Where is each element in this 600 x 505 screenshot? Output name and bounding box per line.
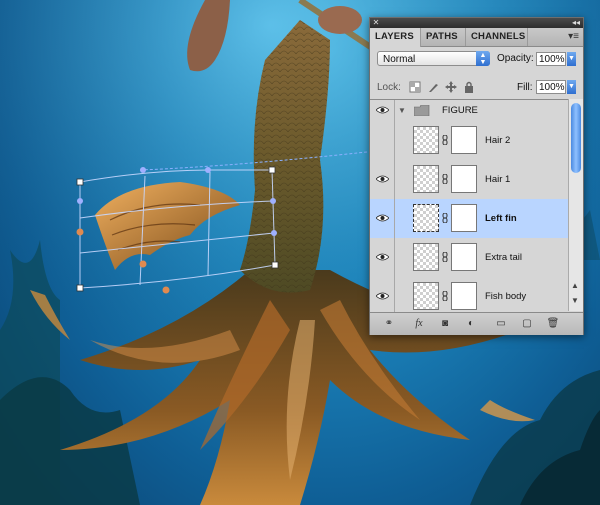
lock-transparent-pixels-icon[interactable]: [409, 81, 421, 93]
tab-layers[interactable]: LAYERS: [370, 28, 421, 47]
layer-thumbnail: [413, 282, 439, 310]
blend-mode-value: Normal: [383, 54, 416, 65]
layer-name: Fish body: [485, 291, 527, 302]
blend-mode-select[interactable]: Normal ▲ ▼: [377, 51, 490, 66]
layer-name: Hair 1: [485, 174, 511, 185]
lock-label: Lock:: [377, 82, 401, 93]
fx-icon[interactable]: fx: [412, 317, 426, 330]
opacity-label: Opacity:: [497, 53, 534, 64]
layer-thumbnail: [413, 243, 439, 271]
layer-name: Left fin: [485, 213, 517, 224]
visibility-toggle[interactable]: [370, 121, 395, 160]
visibility-toggle[interactable]: [370, 160, 395, 199]
close-icon[interactable]: ✕: [372, 19, 380, 27]
trash-icon[interactable]: 🗑: [546, 317, 560, 330]
eye-icon: [376, 106, 389, 114]
new-layer-icon[interactable]: ▢: [520, 317, 534, 330]
layers-list: ▼ FIGURE Hair 2 Hair 1 Left fin Extra ta…: [370, 99, 568, 312]
layer-name: Extra tail: [485, 252, 522, 263]
chain-link-icon[interactable]: [442, 291, 448, 301]
scrollbar-thumb[interactable]: [571, 103, 581, 173]
chain-link-icon[interactable]: [442, 213, 448, 223]
chain-link-icon[interactable]: [442, 135, 448, 145]
chain-link-icon[interactable]: [442, 252, 448, 262]
layers-panel: ✕ ◂◂ LAYERS PATHS CHANNELS ▾≡ Normal ▲ ▼ …: [369, 17, 584, 335]
layer-mask-thumbnail[interactable]: [451, 126, 477, 154]
expand-group-icon[interactable]: ▼: [398, 106, 406, 115]
panel-menu-icon[interactable]: ▾≡: [568, 31, 579, 42]
layers-bottom-toolbar: ⚭ fx ◙ ◐ ▭ ▢ 🗑: [370, 312, 583, 335]
visibility-toggle[interactable]: [370, 199, 395, 238]
visibility-toggle[interactable]: [370, 100, 395, 121]
layer-row-hair-1[interactable]: Hair 1: [370, 160, 568, 200]
eye-icon: [376, 253, 389, 261]
layer-row-left-fin[interactable]: Left fin: [370, 199, 568, 239]
layer-row-hair-2[interactable]: Hair 2: [370, 121, 568, 161]
visibility-toggle[interactable]: [370, 238, 395, 277]
link-layers-icon[interactable]: ⚭: [382, 317, 396, 330]
layer-mask-thumbnail[interactable]: [451, 282, 477, 310]
layer-thumbnail: [413, 204, 439, 232]
opacity-field[interactable]: 100%: [536, 52, 566, 66]
select-arrows-icon: ▲ ▼: [476, 51, 490, 66]
scroll-up-icon[interactable]: ▲: [571, 281, 579, 290]
layer-mask-thumbnail[interactable]: [451, 204, 477, 232]
chain-link-icon[interactable]: [442, 174, 448, 184]
panel-tabs: LAYERS PATHS CHANNELS ▾≡: [370, 28, 583, 47]
layer-name: Hair 2: [485, 135, 511, 146]
opacity-dropdown-icon[interactable]: ▼: [567, 52, 576, 66]
lock-image-pixels-icon[interactable]: [427, 81, 439, 93]
tab-paths[interactable]: PATHS: [421, 28, 466, 46]
eye-icon: [376, 175, 389, 183]
new-group-icon[interactable]: ▭: [494, 317, 508, 330]
layer-mask-thumbnail[interactable]: [451, 243, 477, 271]
layers-scrollbar[interactable]: ▲ ▼: [568, 99, 583, 311]
lock-position-icon[interactable]: [445, 81, 457, 93]
eye-icon: [376, 292, 389, 300]
fill-field[interactable]: 100%: [536, 80, 566, 94]
scroll-down-icon[interactable]: ▼: [571, 296, 579, 305]
layer-thumbnail: [413, 126, 439, 154]
collapse-icon[interactable]: ◂◂: [572, 18, 580, 28]
add-mask-icon[interactable]: ◙: [438, 317, 452, 330]
panel-titlebar[interactable]: ✕ ◂◂: [370, 18, 583, 28]
lock-all-icon[interactable]: [463, 81, 475, 93]
tab-channels[interactable]: CHANNELS: [466, 28, 528, 46]
layer-row-figure[interactable]: ▼ FIGURE: [370, 100, 568, 122]
fill-dropdown-icon[interactable]: ▼: [567, 80, 576, 94]
folder-icon: [414, 105, 430, 116]
layer-mask-thumbnail[interactable]: [451, 165, 477, 193]
visibility-toggle[interactable]: [370, 277, 395, 312]
layer-name: FIGURE: [442, 105, 478, 116]
eye-icon: [376, 214, 389, 222]
layer-thumbnail: [413, 165, 439, 193]
adjustment-layer-icon[interactable]: ◐: [464, 317, 478, 330]
fill-label: Fill:: [517, 82, 533, 93]
layer-row-fish-body[interactable]: Fish body: [370, 277, 568, 312]
layer-row-extra-tail[interactable]: Extra tail: [370, 238, 568, 278]
